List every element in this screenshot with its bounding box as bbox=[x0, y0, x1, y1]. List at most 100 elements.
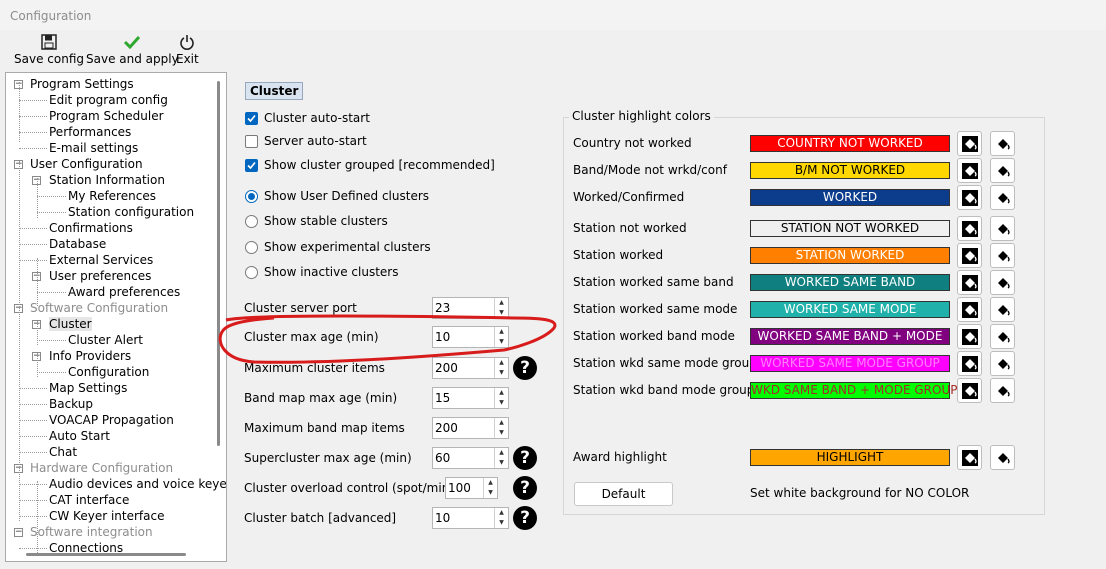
tree-item[interactable]: Software Configuration bbox=[30, 300, 168, 316]
radio-row[interactable]: Show experimental clusters bbox=[245, 238, 431, 256]
radio-row[interactable]: Show inactive clusters bbox=[245, 263, 398, 281]
tree-item[interactable]: Hardware Configuration bbox=[30, 460, 173, 476]
spin-up-icon[interactable]: ▲ bbox=[495, 418, 508, 428]
tree-item[interactable]: Connections bbox=[49, 540, 123, 556]
spinner-arrows[interactable]: ▲ ▼ bbox=[494, 448, 508, 468]
tree-item[interactable]: CAT interface bbox=[49, 492, 129, 508]
number-spinner[interactable]: 100 ▲ ▼ bbox=[445, 477, 498, 499]
background-color-button[interactable] bbox=[990, 297, 1015, 322]
tree-vertical-scrollbar[interactable] bbox=[217, 81, 220, 446]
background-color-button[interactable] bbox=[990, 131, 1015, 156]
tree-item[interactable]: VOACAP Propagation bbox=[49, 412, 174, 428]
spin-down-icon[interactable]: ▼ bbox=[495, 428, 508, 438]
background-color-button[interactable] bbox=[990, 378, 1015, 403]
tree-item[interactable]: Program Scheduler bbox=[49, 108, 164, 124]
color-swatch[interactable]: WORKED SAME BAND + MODE bbox=[750, 328, 950, 345]
checkbox-checked[interactable] bbox=[245, 111, 258, 125]
tree-item[interactable]: Program Settings bbox=[30, 76, 134, 92]
tree-item[interactable]: CW Keyer interface bbox=[49, 508, 164, 524]
tree-item[interactable]: Backup bbox=[49, 396, 93, 412]
tree-item[interactable]: Map Settings bbox=[49, 380, 127, 396]
help-icon[interactable]: ? bbox=[513, 446, 537, 470]
exit-button[interactable]: Exit bbox=[176, 33, 199, 66]
tree-item[interactable]: Info Providers bbox=[49, 348, 131, 364]
number-spinner[interactable]: 10 ▲ ▼ bbox=[432, 507, 509, 529]
checkbox[interactable] bbox=[245, 134, 258, 148]
number-spinner[interactable]: 15 ▲ ▼ bbox=[432, 387, 509, 409]
tree-item[interactable]: User Configuration bbox=[30, 156, 143, 172]
tree-item[interactable]: External Services bbox=[49, 252, 153, 268]
default-button[interactable]: Default bbox=[574, 482, 673, 506]
foreground-color-button[interactable] bbox=[957, 445, 982, 470]
tree-item[interactable]: Station configuration bbox=[68, 204, 194, 220]
tree-expander-icon[interactable]: − bbox=[14, 528, 23, 537]
help-icon[interactable]: ? bbox=[513, 476, 537, 500]
tree-item[interactable]: Confirmations bbox=[49, 220, 133, 236]
help-icon[interactable]: ? bbox=[513, 506, 537, 530]
checkbox-row[interactable]: Show cluster grouped [recommended] bbox=[245, 156, 495, 174]
tree-item[interactable]: Auto Start bbox=[49, 428, 110, 444]
color-swatch[interactable]: WORKED SAME MODE GROUP bbox=[750, 355, 950, 372]
foreground-color-button[interactable] bbox=[957, 297, 982, 322]
tree-item[interactable]: Award preferences bbox=[68, 284, 180, 300]
foreground-color-button[interactable] bbox=[957, 324, 982, 349]
color-swatch[interactable]: STATION NOT WORKED bbox=[750, 220, 950, 237]
radio-selected[interactable] bbox=[245, 189, 258, 203]
foreground-color-button[interactable] bbox=[957, 243, 982, 268]
tree-item[interactable]: User preferences bbox=[49, 268, 151, 284]
tree-item[interactable]: Station Information bbox=[49, 172, 165, 188]
foreground-color-button[interactable] bbox=[957, 270, 982, 295]
settings-tree[interactable]: − Program Settings Edit program config Prog… bbox=[5, 72, 227, 562]
spin-down-icon[interactable]: ▼ bbox=[495, 518, 508, 528]
checkbox-checked[interactable] bbox=[245, 158, 258, 172]
tree-item[interactable]: Performances bbox=[49, 124, 131, 140]
background-color-button[interactable] bbox=[990, 445, 1015, 470]
background-color-button[interactable] bbox=[990, 324, 1015, 349]
foreground-color-button[interactable] bbox=[957, 158, 982, 183]
foreground-color-button[interactable] bbox=[957, 351, 982, 376]
tree-item[interactable]: Configuration bbox=[68, 364, 149, 380]
spin-down-icon[interactable]: ▼ bbox=[495, 398, 508, 408]
color-swatch[interactable]: STATION WORKED bbox=[750, 247, 950, 264]
radio-row[interactable]: Show User Defined clusters bbox=[245, 187, 429, 205]
spin-up-icon[interactable]: ▲ bbox=[495, 298, 508, 308]
spin-up-icon[interactable]: ▲ bbox=[495, 508, 508, 518]
checkbox-row[interactable]: Cluster auto-start bbox=[245, 109, 370, 127]
tree-item[interactable]: My References bbox=[68, 188, 156, 204]
foreground-color-button[interactable] bbox=[957, 131, 982, 156]
radio-row[interactable]: Show stable clusters bbox=[245, 212, 388, 230]
tree-item[interactable]: Software integration bbox=[30, 524, 153, 540]
background-color-button[interactable] bbox=[990, 216, 1015, 241]
spin-down-icon[interactable]: ▼ bbox=[495, 368, 508, 378]
radio[interactable] bbox=[245, 214, 258, 228]
background-color-button[interactable] bbox=[990, 158, 1015, 183]
background-color-button[interactable] bbox=[990, 243, 1015, 268]
color-swatch[interactable]: WORKED SAME MODE bbox=[750, 301, 950, 318]
background-color-button[interactable] bbox=[990, 351, 1015, 376]
spinner-arrows[interactable]: ▲ ▼ bbox=[494, 388, 508, 408]
color-swatch[interactable]: WORKED bbox=[750, 189, 950, 206]
color-swatch[interactable]: WKD SAME BAND + MODE GROUP bbox=[750, 382, 957, 399]
tree-item[interactable]: Chat bbox=[49, 444, 77, 460]
color-swatch[interactable]: B/M NOT WORKED bbox=[750, 162, 950, 179]
background-color-button[interactable] bbox=[990, 270, 1015, 295]
radio[interactable] bbox=[245, 240, 258, 254]
save-and-apply-button[interactable]: Save and apply bbox=[86, 33, 179, 66]
background-color-button[interactable] bbox=[990, 185, 1015, 210]
foreground-color-button[interactable] bbox=[957, 216, 982, 241]
tree-item[interactable]: Cluster Alert bbox=[68, 332, 143, 348]
color-swatch[interactable]: WORKED SAME BAND bbox=[750, 274, 950, 291]
tree-item[interactable]: Cluster bbox=[49, 316, 92, 332]
tree-item[interactable]: Edit program config bbox=[49, 92, 168, 108]
spin-down-icon[interactable]: ▼ bbox=[484, 488, 497, 498]
number-spinner[interactable]: 60 ▲ ▼ bbox=[432, 447, 509, 469]
spinner-arrows[interactable]: ▲ ▼ bbox=[494, 418, 508, 438]
tree-item[interactable]: E-mail settings bbox=[49, 140, 138, 156]
save-config-button[interactable]: Save config bbox=[14, 33, 84, 66]
spinner-arrows[interactable]: ▲ ▼ bbox=[483, 478, 497, 498]
spin-up-icon[interactable]: ▲ bbox=[484, 478, 497, 488]
spinner-arrows[interactable]: ▲ ▼ bbox=[494, 508, 508, 528]
color-swatch[interactable]: HIGHLIGHT bbox=[750, 449, 950, 466]
spin-up-icon[interactable]: ▲ bbox=[495, 448, 508, 458]
radio[interactable] bbox=[245, 265, 258, 279]
